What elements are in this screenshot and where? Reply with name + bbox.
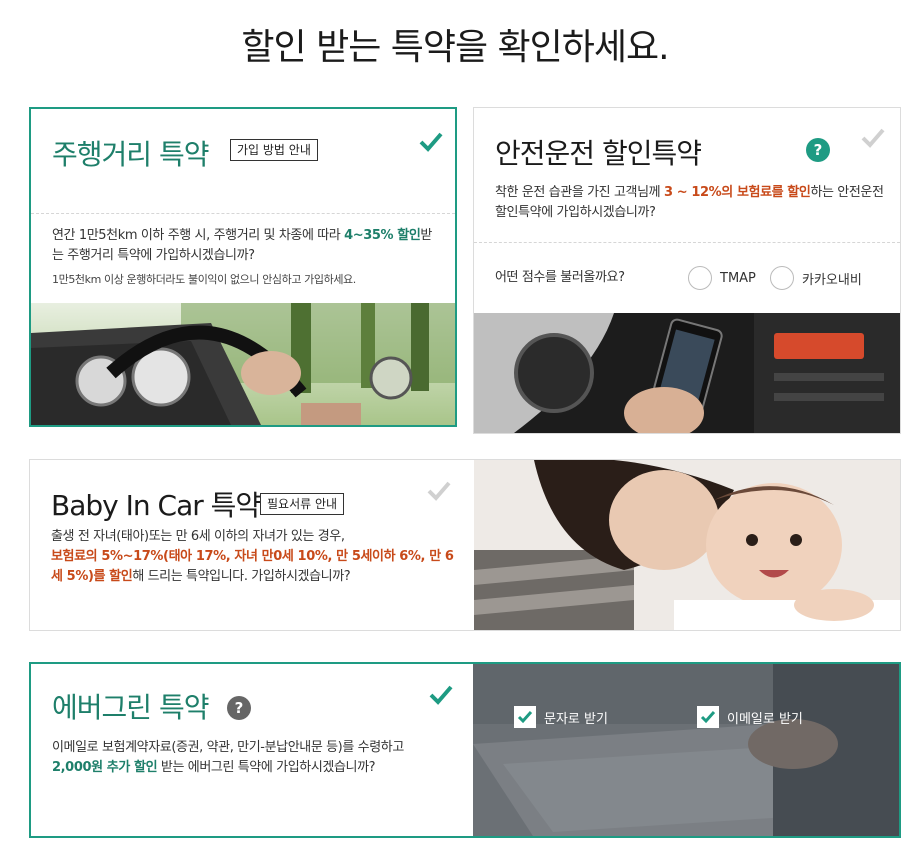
mileage-note: 1만5천km 이상 운행하더라도 불이익이 없으니 안심하고 가입하세요. xyxy=(52,273,356,286)
check-icon[interactable] xyxy=(418,131,444,153)
baby-guide-button[interactable]: 필요서류 안내 xyxy=(260,493,345,515)
laptop-image xyxy=(473,664,899,836)
baby-in-car-card[interactable]: Baby In Car 특약 필요서류 안내 출생 전 자녀(태아)또는 만 6… xyxy=(29,459,901,631)
sms-label: 문자로 받기 xyxy=(544,711,608,727)
email-label: 이메일로 받기 xyxy=(727,711,803,727)
safe-driving-title: 안전운전 할인특약 xyxy=(495,137,702,170)
divider xyxy=(31,213,455,214)
safe-driving-card[interactable]: 안전운전 할인특약 ? 착한 운전 습관을 가진 고객님께 3 ~ 12%의 보… xyxy=(473,107,901,434)
phone-in-car-image xyxy=(474,313,900,433)
baby-in-car-title: Baby In Car 특약 xyxy=(51,489,261,522)
check-icon[interactable] xyxy=(426,480,452,502)
tmap-option[interactable]: TMAP xyxy=(688,266,756,290)
divider xyxy=(474,242,900,243)
kakaonavi-option[interactable]: 카카오내비 xyxy=(770,266,862,290)
sms-checkbox[interactable] xyxy=(514,706,536,728)
evergreen-description: 이메일로 보험계약자료(증권, 약관, 만기-분납안내문 등)를 수령하고 2,… xyxy=(52,740,404,775)
baby-description: 출생 전 자녀(태아)또는 만 6세 이하의 자녀가 있는 경우, 보험료의 5%… xyxy=(51,529,454,584)
page-title: 할인 받는 특약을 확인하세요. xyxy=(241,27,669,68)
help-icon[interactable]: ? xyxy=(806,138,830,162)
driving-dashboard-image xyxy=(31,303,455,425)
evergreen-card[interactable]: 에버그린 특약 ? 이메일로 보험계약자료(증권, 약관, 만기-분납안내문 등… xyxy=(29,662,901,838)
mileage-guide-button[interactable]: 가입 방법 안내 xyxy=(230,139,318,161)
tmap-label: TMAP xyxy=(720,270,756,286)
mother-and-baby-image xyxy=(474,460,900,630)
evergreen-title: 에버그린 특약 xyxy=(52,691,209,724)
tmap-radio[interactable] xyxy=(688,266,712,290)
score-question: 어떤 점수를 불러올까요? xyxy=(495,270,625,285)
help-icon[interactable]: ? xyxy=(227,696,251,720)
kakaonavi-radio[interactable] xyxy=(770,266,794,290)
email-checkbox[interactable] xyxy=(697,706,719,728)
sms-option[interactable]: 문자로 받기 xyxy=(514,706,608,728)
kakaonavi-label: 카카오내비 xyxy=(802,272,862,288)
safe-driving-description: 착한 운전 습관을 가진 고객님께 3 ~ 12%의 보험료를 할인하는 안전운… xyxy=(495,185,884,220)
email-option[interactable]: 이메일로 받기 xyxy=(697,706,803,728)
mileage-description: 연간 1만5천km 이하 주행 시, 주행거리 및 차종에 따라 4~35% 할… xyxy=(52,228,432,263)
mileage-card[interactable]: 주행거리 특약 가입 방법 안내 연간 1만5천km 이하 주행 시, 주행거리… xyxy=(29,107,457,427)
check-icon[interactable] xyxy=(428,684,454,706)
check-icon[interactable] xyxy=(860,127,886,149)
mileage-title: 주행거리 특약 xyxy=(52,138,209,171)
